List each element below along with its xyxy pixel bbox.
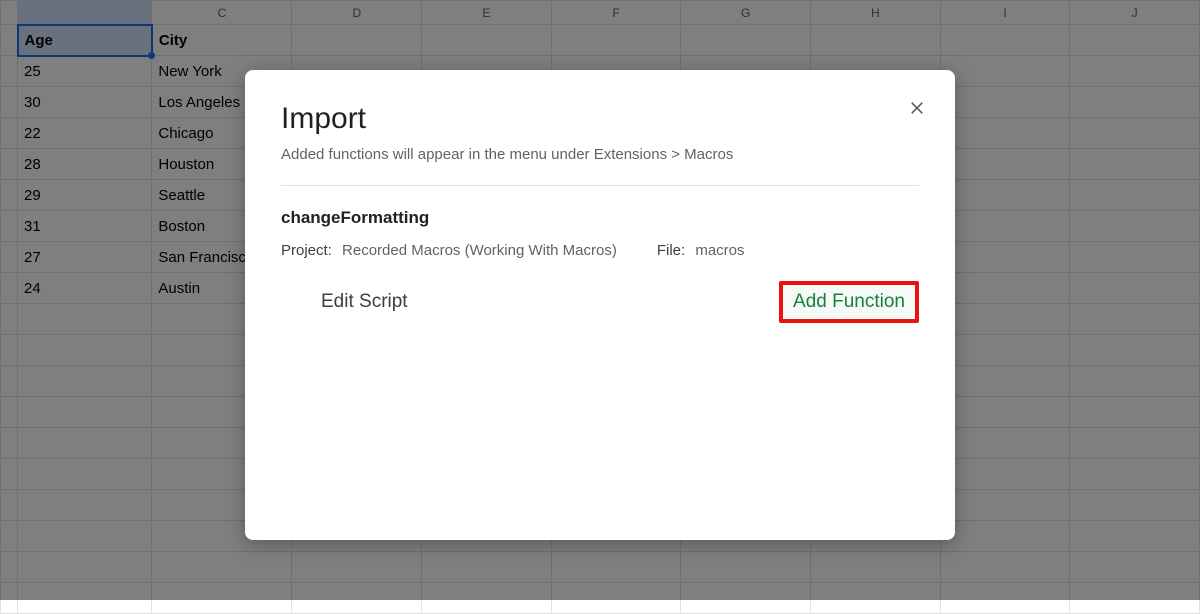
project-value: Recorded Macros (Working With Macros) <box>342 242 617 259</box>
file-value: macros <box>695 242 744 259</box>
file-meta: File: macros <box>657 242 745 259</box>
import-dialog: Import Added functions will appear in th… <box>245 70 955 540</box>
project-meta: Project: Recorded Macros (Working With M… <box>281 242 617 259</box>
function-name: changeFormatting <box>281 208 919 228</box>
dialog-title: Import <box>281 102 919 136</box>
dialog-actions: Edit Script Add Function <box>281 281 919 323</box>
add-function-button[interactable]: Add Function <box>793 291 905 313</box>
edit-script-button[interactable]: Edit Script <box>321 291 408 313</box>
function-meta: Project: Recorded Macros (Working With M… <box>281 242 919 259</box>
close-icon <box>907 98 927 118</box>
file-label: File: <box>657 242 685 259</box>
modal-overlay: Import Added functions will appear in th… <box>0 0 1200 600</box>
add-function-highlight: Add Function <box>779 281 919 323</box>
project-label: Project: <box>281 242 332 259</box>
close-button[interactable] <box>907 98 927 123</box>
divider <box>281 185 919 186</box>
dialog-subtitle: Added functions will appear in the menu … <box>281 146 919 163</box>
